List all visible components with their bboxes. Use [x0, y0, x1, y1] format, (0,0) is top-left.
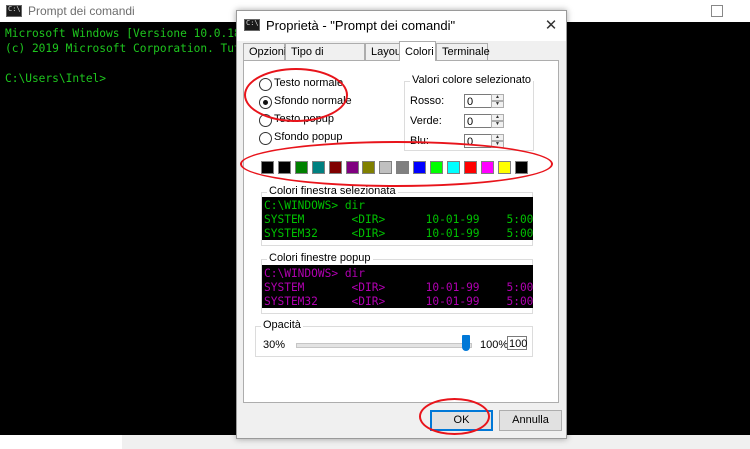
- color-swatch-2[interactable]: [294, 161, 308, 174]
- tab-colori[interactable]: Colori: [399, 41, 436, 61]
- color-swatch-6[interactable]: [362, 161, 376, 174]
- color-swatch-15[interactable]: [514, 161, 528, 174]
- red-spinner[interactable]: ▲ ▼: [491, 94, 504, 108]
- color-swatch-3[interactable]: [311, 161, 325, 174]
- red-input[interactable]: 0: [464, 94, 492, 108]
- color-swatch-9[interactable]: [413, 161, 427, 174]
- group-label: Valori colore selezionato: [410, 74, 534, 86]
- spin-down-icon[interactable]: ▼: [491, 121, 504, 128]
- green-input[interactable]: 0: [464, 114, 492, 128]
- spin-up-icon[interactable]: ▲: [491, 94, 504, 101]
- ok-button[interactable]: OK: [430, 410, 493, 431]
- tab-tipo-di-carattere[interactable]: Tipo di carattere: [285, 43, 365, 75]
- dialog-app-icon: [244, 19, 260, 31]
- close-icon[interactable]: ✕: [540, 15, 562, 37]
- spin-up-icon[interactable]: ▲: [491, 134, 504, 141]
- properties-dialog: Proprietà - "Prompt dei comandi" ✕ Opzio…: [236, 10, 567, 439]
- group-label: Colori finestra selezionata: [267, 185, 398, 197]
- spin-down-icon[interactable]: ▼: [491, 101, 504, 108]
- opacity-max-label: 100%: [480, 339, 509, 351]
- screen-colors-preview: C:\WINDOWS> dir SYSTEM <DIR> 10-01-99 5:…: [262, 197, 533, 240]
- dialog-titlebar: Proprietà - "Prompt dei comandi" ✕: [237, 11, 566, 41]
- color-swatch-8[interactable]: [396, 161, 410, 174]
- blue-label: Blu:: [410, 135, 429, 147]
- tab-terminale[interactable]: Terminale: [436, 43, 490, 60]
- spin-up-icon[interactable]: ▲: [491, 114, 504, 121]
- console-app-icon: [6, 5, 22, 17]
- color-swatch-14[interactable]: [497, 161, 511, 174]
- green-spinner[interactable]: ▲ ▼: [491, 114, 504, 128]
- console-output: Microsoft Windows [Versione 10.0.1836 (c…: [5, 27, 255, 85]
- dialog-title: Proprietà - "Prompt dei comandi": [266, 18, 456, 33]
- opacity-min-label: 30%: [263, 339, 286, 351]
- spin-down-icon[interactable]: ▼: [491, 141, 504, 148]
- console-title: Prompt dei comandi: [28, 4, 135, 18]
- color-swatch-1[interactable]: [277, 161, 291, 174]
- group-label: Opacità: [261, 319, 303, 331]
- radio-label: Sfondo normale: [274, 95, 352, 107]
- tab-layout[interactable]: Layout: [365, 43, 404, 60]
- color-swatch-10[interactable]: [430, 161, 443, 174]
- radio-label: Testo popup: [274, 113, 334, 125]
- maximize-icon[interactable]: [711, 5, 723, 17]
- color-swatch-4[interactable]: [328, 161, 342, 174]
- radio-label: Testo normale: [274, 77, 344, 89]
- opacity-input[interactable]: 100: [507, 336, 527, 350]
- radio-selected-dot: [263, 100, 268, 105]
- popup-preview-text: C:\WINDOWS> dir SYSTEM <DIR> 10-01-99 5:…: [264, 267, 533, 308]
- color-swatch-7[interactable]: [379, 161, 393, 174]
- opacity-slider-track[interactable]: [296, 343, 472, 348]
- color-swatch-5[interactable]: [345, 161, 359, 174]
- color-swatch-0[interactable]: [261, 161, 274, 174]
- red-label: Rosso:: [410, 95, 445, 107]
- tab-opzioni[interactable]: Opzioni: [243, 43, 286, 60]
- blue-spinner[interactable]: ▲ ▼: [491, 134, 504, 148]
- radio-label: Sfondo popup: [274, 131, 343, 143]
- opacity-slider-thumb[interactable]: [462, 335, 470, 351]
- popup-colors-preview: C:\WINDOWS> dir SYSTEM <DIR> 10-01-99 5:…: [262, 265, 533, 308]
- blue-input[interactable]: 0: [464, 134, 492, 148]
- green-label: Verde:: [410, 115, 442, 127]
- color-swatch-12[interactable]: [463, 161, 477, 174]
- group-label: Colori finestre popup: [267, 252, 373, 264]
- screen-preview-text: C:\WINDOWS> dir SYSTEM <DIR> 10-01-99 5:…: [264, 199, 533, 240]
- color-swatch-11[interactable]: [446, 161, 460, 174]
- cancel-button[interactable]: Annulla: [499, 410, 562, 431]
- color-swatch-13[interactable]: [480, 161, 494, 174]
